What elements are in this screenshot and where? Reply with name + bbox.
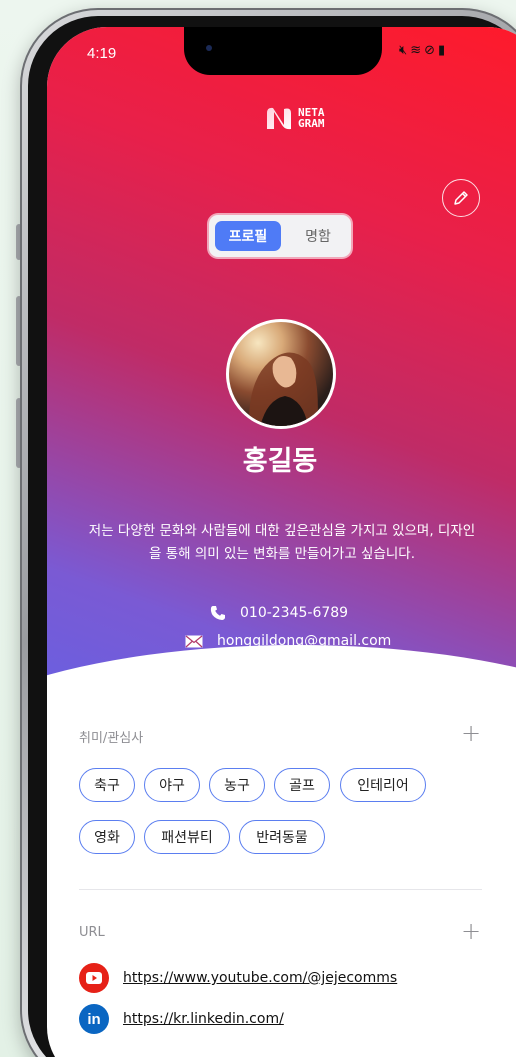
status-icons: 🔇︎≋⊘▮ (399, 43, 448, 58)
tab-profile[interactable]: 프로필 (215, 221, 281, 251)
hobby-chip[interactable]: 축구 (79, 768, 135, 802)
section-divider (79, 889, 482, 890)
profile-card-toggle: 프로필 명함 (209, 215, 351, 257)
phone-number: 010-2345-6789 (240, 605, 349, 621)
hobbies-title: 취미/관심사 (79, 731, 144, 746)
background: 4:19 🔇︎≋⊘▮ NETA GRAM 프로필 명함 홍길동 저는 다양한 문… (0, 0, 516, 1057)
edit-profile-button[interactable] (442, 179, 480, 217)
url-row-youtube[interactable]: https://www.youtube.com/@jejecomms (79, 963, 397, 993)
battery-icon: ▮ (438, 43, 449, 58)
email-row[interactable]: honggildong@gmail.com (185, 633, 391, 649)
hobby-chip[interactable]: 반려동물 (239, 820, 325, 854)
phone-icon (210, 606, 225, 620)
mute-icon: 🔇︎ (399, 43, 411, 58)
mail-icon (185, 635, 203, 647)
hobby-chip[interactable]: 농구 (209, 768, 265, 802)
hobby-chip[interactable]: 골프 (274, 768, 330, 802)
dnd-icon: ⊘ (424, 43, 439, 58)
profile-bio: 저는 다양한 문화와 사람들에 대한 깊은관심을 가지고 있으며, 디자인을 통… (88, 523, 476, 562)
app-logo: NETA GRAM (264, 103, 325, 133)
tab-business-card[interactable]: 명함 (289, 221, 347, 251)
camera-icon (206, 45, 212, 51)
logo-text: NETA GRAM (298, 106, 325, 130)
add-url-button[interactable]: + (461, 917, 481, 945)
url-row-linkedin[interactable]: in https://kr.linkedin.com/ (79, 1004, 284, 1034)
avatar[interactable] (226, 319, 336, 429)
email-address: honggildong@gmail.com (217, 633, 392, 649)
logo-mark-icon (267, 107, 291, 130)
notch (184, 27, 382, 75)
hobby-chip[interactable]: 인테리어 (340, 768, 426, 802)
linkedin-icon: in (79, 1004, 109, 1034)
wifi-icon: ≋ (410, 43, 425, 58)
app-screen: 4:19 🔇︎≋⊘▮ NETA GRAM 프로필 명함 홍길동 저는 다양한 문… (47, 27, 516, 1057)
status-time: 4:19 (87, 45, 117, 62)
add-hobby-button[interactable]: + (461, 719, 481, 747)
hobby-chip[interactable]: 야구 (144, 768, 200, 802)
avatar-photo (248, 352, 318, 426)
url-link[interactable]: https://www.youtube.com/@jejecomms (123, 970, 397, 986)
hobby-chip[interactable]: 영화 (79, 820, 135, 854)
phone-row[interactable]: 010-2345-6789 (210, 605, 348, 621)
url-title: URL (79, 925, 105, 940)
profile-name: 홍길동 (242, 446, 318, 477)
youtube-icon (79, 963, 109, 993)
pencil-icon (454, 191, 468, 205)
url-link[interactable]: https://kr.linkedin.com/ (123, 1011, 284, 1027)
hobby-chip[interactable]: 패션뷰티 (144, 820, 230, 854)
